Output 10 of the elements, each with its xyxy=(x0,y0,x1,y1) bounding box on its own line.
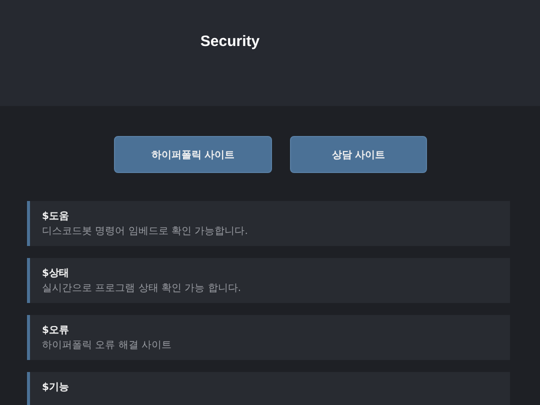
command-description: 디스코드봇 명령어 임베드로 확인 가능합니다. xyxy=(42,225,249,238)
command-name: $상태 xyxy=(42,267,70,280)
command-name: $기능 xyxy=(42,381,70,394)
link-button[interactable]: 하이퍼폴릭 사이트 xyxy=(114,136,272,173)
link-button[interactable]: 상담 사이트 xyxy=(290,136,427,173)
command-name: $도움 xyxy=(42,210,70,223)
command-description: 하이퍼폴릭 오류 해결 사이트 xyxy=(42,339,173,352)
command-description: 실시간으로 프로그램 상태 확인 가능 합니다. xyxy=(42,282,242,295)
page-title: Security xyxy=(200,32,260,50)
command-name: $오류 xyxy=(42,324,70,337)
